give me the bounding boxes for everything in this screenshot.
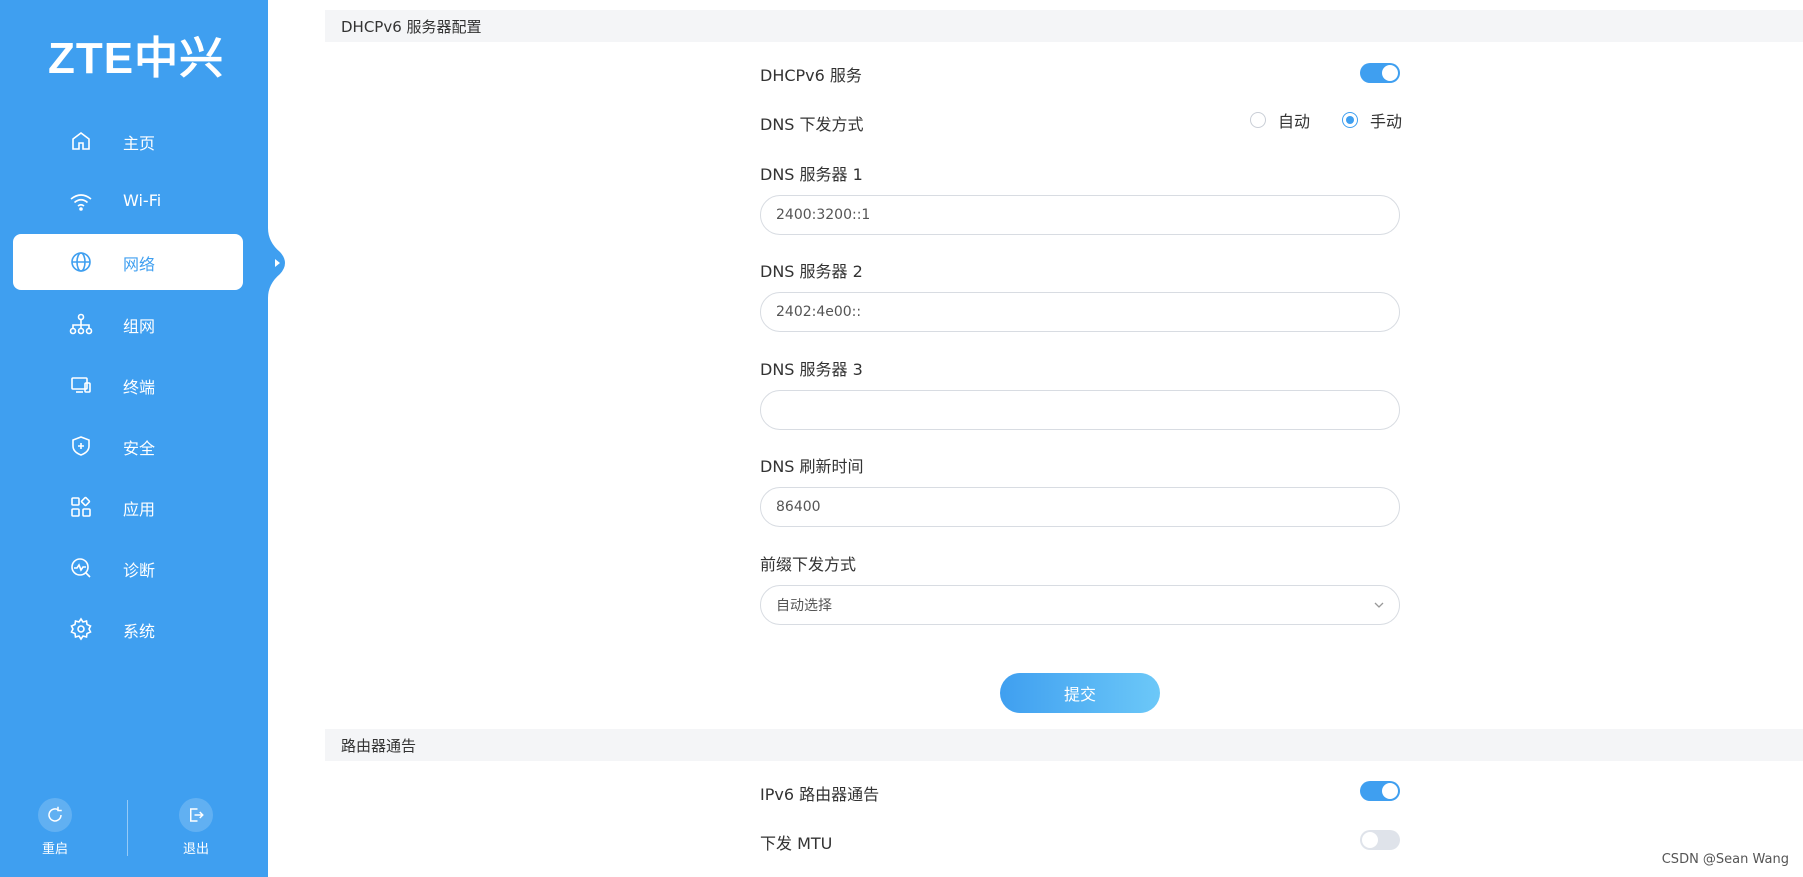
restart-icon	[38, 798, 72, 832]
dns-mode-manual-radio[interactable]: 手动	[1342, 108, 1402, 132]
sidebar-item-mesh[interactable]: 组网	[13, 296, 243, 352]
radio-circle	[1342, 112, 1358, 128]
sidebar-item-home[interactable]: 主页	[13, 113, 243, 169]
sidebar-item-label: 安全	[123, 439, 156, 458]
dns3-label: DNS 服务器 3	[760, 360, 863, 379]
dhcpv6-service-label: DHCPv6 服务	[760, 66, 862, 85]
prefix-mode-value: 自动选择	[776, 598, 832, 614]
bottom-divider	[127, 800, 128, 856]
dns2-input[interactable]	[760, 292, 1400, 332]
mesh-network-icon	[69, 312, 93, 336]
ipv6-ra-toggle[interactable]	[1360, 781, 1400, 801]
dns2-label: DNS 服务器 2	[760, 262, 863, 281]
sidebar-item-label: 网络	[123, 255, 156, 274]
dns-refresh-input[interactable]	[760, 487, 1400, 527]
dns1-input[interactable]	[760, 195, 1400, 235]
dhcpv6-section-header: DHCPv6 服务器配置	[325, 10, 1803, 42]
mtu-toggle[interactable]	[1360, 830, 1400, 850]
restart-label: 重启	[41, 842, 68, 857]
logout-label: 退出	[182, 842, 209, 857]
mtu-label: 下发 MTU	[760, 834, 833, 853]
sidebar-item-security[interactable]: 安全	[13, 418, 243, 474]
sidebar-item-label: Wi-Fi	[123, 191, 162, 210]
watermark: CSDN @Sean Wang	[1661, 852, 1789, 867]
sidebar-item-devices[interactable]: 终端	[13, 357, 243, 413]
sidebar-item-label: 诊断	[123, 561, 156, 580]
logout-icon	[179, 798, 213, 832]
devices-icon	[69, 373, 93, 397]
dns-refresh-label: DNS 刷新时间	[760, 457, 864, 476]
shield-icon	[69, 434, 93, 458]
sidebar-item-network[interactable]: 网络	[13, 234, 243, 290]
prefix-mode-label: 前缀下发方式	[760, 555, 857, 574]
sidebar-item-label: 应用	[123, 500, 156, 519]
gear-icon	[69, 617, 93, 641]
active-nav-arrow	[268, 228, 285, 298]
sidebar-item-wifi[interactable]: Wi-Fi	[13, 174, 243, 230]
sidebar-item-label: 组网	[123, 317, 156, 336]
dns-mode-auto-radio[interactable]: 自动	[1250, 108, 1310, 132]
radio-label: 手动	[1370, 112, 1403, 131]
wifi-icon	[69, 190, 93, 214]
restart-button[interactable]: 重启	[25, 798, 85, 857]
sidebar-item-system[interactable]: 系统	[13, 601, 243, 657]
sidebar: ZTE中兴 主页 Wi-Fi 网络 组网 终端 安全 应用 诊断 系统 重启 退…	[0, 0, 268, 877]
globe-icon	[69, 250, 93, 274]
radio-label: 自动	[1278, 112, 1311, 131]
dns1-label: DNS 服务器 1	[760, 165, 863, 184]
toggle-knob	[1362, 832, 1378, 848]
ipv6-ra-label: IPv6 路由器通告	[760, 785, 880, 804]
logout-button[interactable]: 退出	[166, 798, 226, 857]
dhcpv6-service-toggle[interactable]	[1360, 63, 1400, 83]
toggle-knob	[1382, 65, 1398, 81]
prefix-mode-select[interactable]: 自动选择	[760, 585, 1400, 625]
submit-button[interactable]: 提交	[1000, 673, 1160, 713]
radio-circle	[1250, 112, 1266, 128]
sidebar-item-label: 主页	[123, 134, 156, 153]
sidebar-item-apps[interactable]: 应用	[13, 479, 243, 535]
sidebar-item-diagnostics[interactable]: 诊断	[13, 540, 243, 596]
home-icon	[69, 129, 93, 153]
dns3-input[interactable]	[760, 390, 1400, 430]
zte-logo: ZTE中兴	[48, 34, 225, 83]
dns-mode-label: DNS 下发方式	[760, 115, 864, 134]
diagnostics-icon	[69, 556, 93, 580]
chevron-down-icon	[1374, 602, 1384, 608]
sidebar-item-label: 系统	[123, 622, 156, 641]
toggle-knob	[1382, 783, 1398, 799]
sidebar-item-label: 终端	[123, 378, 156, 397]
router-advert-section-header: 路由器通告	[325, 729, 1803, 761]
apps-icon	[69, 495, 93, 519]
